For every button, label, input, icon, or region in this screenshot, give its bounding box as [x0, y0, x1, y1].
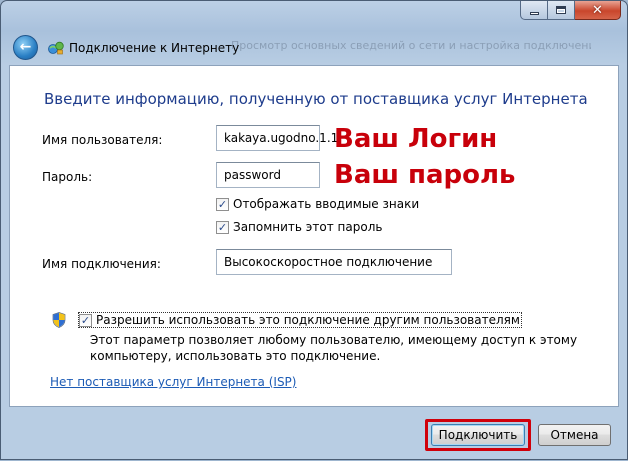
maximize-button[interactable] [548, 1, 575, 20]
back-arrow-icon: ← [19, 39, 32, 55]
dialog-window: Просмотр основных сведений о сети и наст… [0, 0, 628, 460]
caption-buttons: ✕ [520, 1, 621, 20]
allow-others-checkbox[interactable]: ✓ Разрешить использовать это подключение… [78, 312, 522, 328]
show-chars-label: Отображать вводимые знаки [233, 197, 420, 211]
close-icon: ✕ [592, 2, 603, 18]
maximize-icon [556, 6, 566, 14]
username-input[interactable]: kakaya.ugodno.1.1 [216, 125, 338, 151]
uac-shield-icon [52, 312, 66, 328]
page-heading: Введите информацию, полученную от постав… [44, 90, 588, 108]
connect-button[interactable]: Подключить [431, 424, 525, 446]
remember-password-label: Запомнить этот пароль [233, 220, 383, 234]
checkmark-icon: ✓ [217, 220, 228, 234]
checkmark-icon: ✓ [217, 197, 228, 211]
window-title: Подключение к Интернету [69, 40, 240, 55]
nav-bar: ← Подключение к Интернету [13, 35, 239, 60]
minimize-button[interactable] [520, 1, 548, 20]
allow-others-description: Этот параметр позволяет любому пользоват… [90, 333, 578, 363]
connection-name-input[interactable]: Высокоскоростное подключение [216, 249, 452, 275]
background-window-text: Просмотр основных сведений о сети и наст… [231, 39, 591, 52]
password-annotation: Ваш пароль [334, 160, 516, 190]
content-panel: Введите информацию, полученную от постав… [9, 65, 619, 407]
connection-name-label: Имя подключения: [42, 257, 161, 271]
close-button[interactable]: ✕ [575, 1, 621, 20]
checkbox-box[interactable]: ✓ [216, 220, 229, 234]
network-icon [48, 41, 64, 54]
show-chars-checkbox[interactable]: ✓ Отображать вводимые знаки [216, 197, 419, 211]
checkbox-box[interactable]: ✓ [216, 197, 229, 211]
remember-password-checkbox[interactable]: ✓ Запомнить этот пароль [216, 220, 382, 234]
no-isp-link[interactable]: Нет поставщика услуг Интернета (ISP) [50, 375, 296, 389]
password-label: Пароль: [42, 170, 93, 184]
allow-others-label: Разрешить использовать это подключение д… [96, 313, 520, 327]
cancel-button[interactable]: Отмена [538, 424, 611, 446]
password-input[interactable]: password [216, 162, 320, 188]
checkmark-icon: ✓ [80, 313, 91, 327]
checkbox-box[interactable]: ✓ [79, 313, 92, 327]
back-button[interactable]: ← [13, 35, 38, 60]
username-label: Имя пользователя: [42, 133, 163, 147]
login-annotation: Ваш Логин [334, 124, 498, 154]
minimize-icon [529, 11, 539, 15]
dialog-footer: Подключить Отмена [1, 407, 628, 461]
